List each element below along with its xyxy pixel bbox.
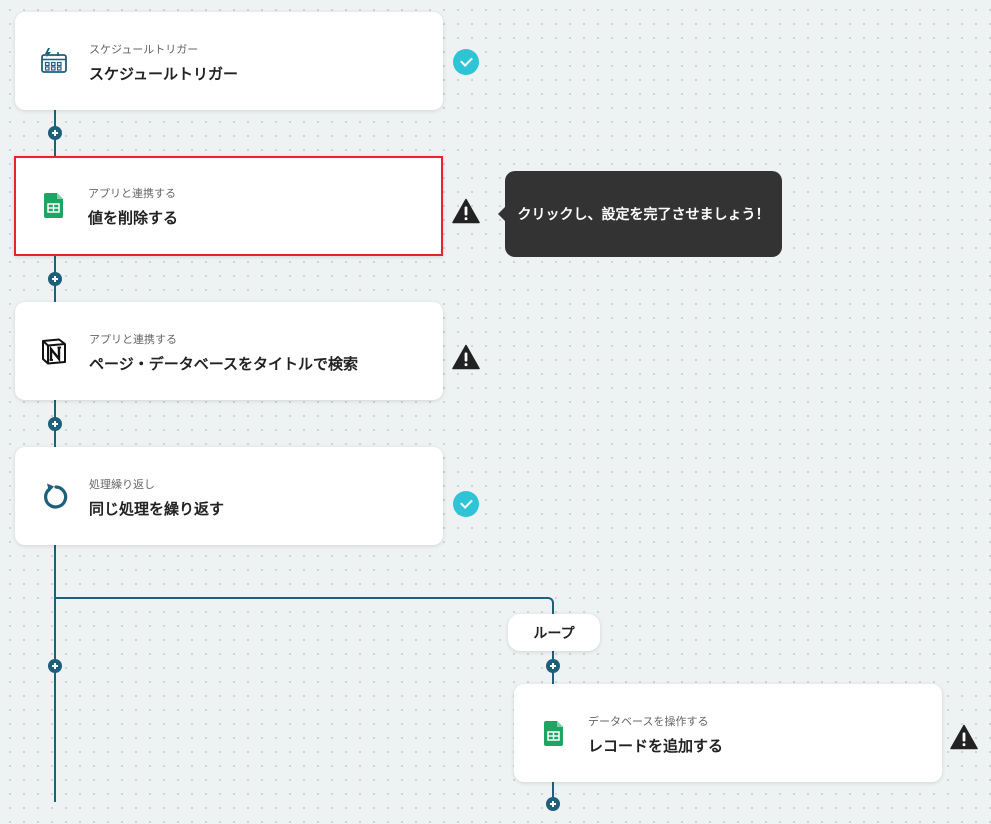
loop-branch-corner (540, 597, 554, 615)
add-step-button[interactable] (48, 659, 62, 673)
loop-branch-connector (54, 597, 546, 599)
warning-icon (950, 724, 978, 750)
step-subtitle: 処理繰り返し (89, 478, 155, 491)
add-step-button[interactable] (48, 417, 62, 431)
step-subtitle: アプリと連携する (89, 333, 177, 346)
step-subtitle: アプリと連携する (88, 187, 176, 200)
google-sheets-icon (538, 718, 568, 748)
setup-tooltip: クリックし、設定を完了させましょう！ (498, 171, 782, 257)
loop-label: ループ (508, 614, 600, 651)
step-card-schedule-trigger[interactable]: スケジュールトリガー スケジュールトリガー (15, 12, 443, 110)
step-card-add-record[interactable]: データベースを操作する レコードを追加する (514, 684, 942, 782)
google-sheets-icon (38, 190, 68, 220)
tooltip-text: クリックし、設定を完了させましょう！ (517, 207, 770, 223)
warning-icon (452, 198, 480, 224)
add-loop-step-button[interactable] (546, 797, 560, 811)
step-card-repeat[interactable]: 処理繰り返し 同じ処理を繰り返す (15, 447, 443, 545)
loop-label-text: ループ (533, 625, 575, 642)
check-icon (453, 49, 479, 75)
step-title: 値を削除する (88, 209, 179, 227)
notion-icon (39, 336, 69, 366)
step-card-delete-values[interactable]: アプリと連携する 値を削除する (14, 156, 443, 256)
calendar-schedule-icon (39, 46, 69, 76)
step-card-notion-search[interactable]: アプリと連携する ページ・データベースをタイトルで検索 (15, 302, 443, 400)
add-loop-step-button[interactable] (546, 659, 560, 673)
loop-arrow-icon (39, 481, 69, 511)
step-title: スケジュールトリガー (89, 65, 238, 83)
check-icon (453, 491, 479, 517)
step-subtitle: データベースを操作する (588, 715, 709, 728)
step-title: ページ・データベースをタイトルで検索 (89, 355, 358, 373)
step-title: レコードを追加する (588, 737, 724, 755)
add-step-button[interactable] (48, 272, 62, 286)
warning-icon (452, 344, 480, 370)
step-title: 同じ処理を繰り返す (89, 500, 225, 518)
flow-canvas: スケジュールトリガー スケジュールトリガー アプリと連携する 値を削除する クリ… (0, 0, 991, 824)
step-subtitle: スケジュールトリガー (89, 43, 199, 56)
add-step-button[interactable] (48, 126, 62, 140)
